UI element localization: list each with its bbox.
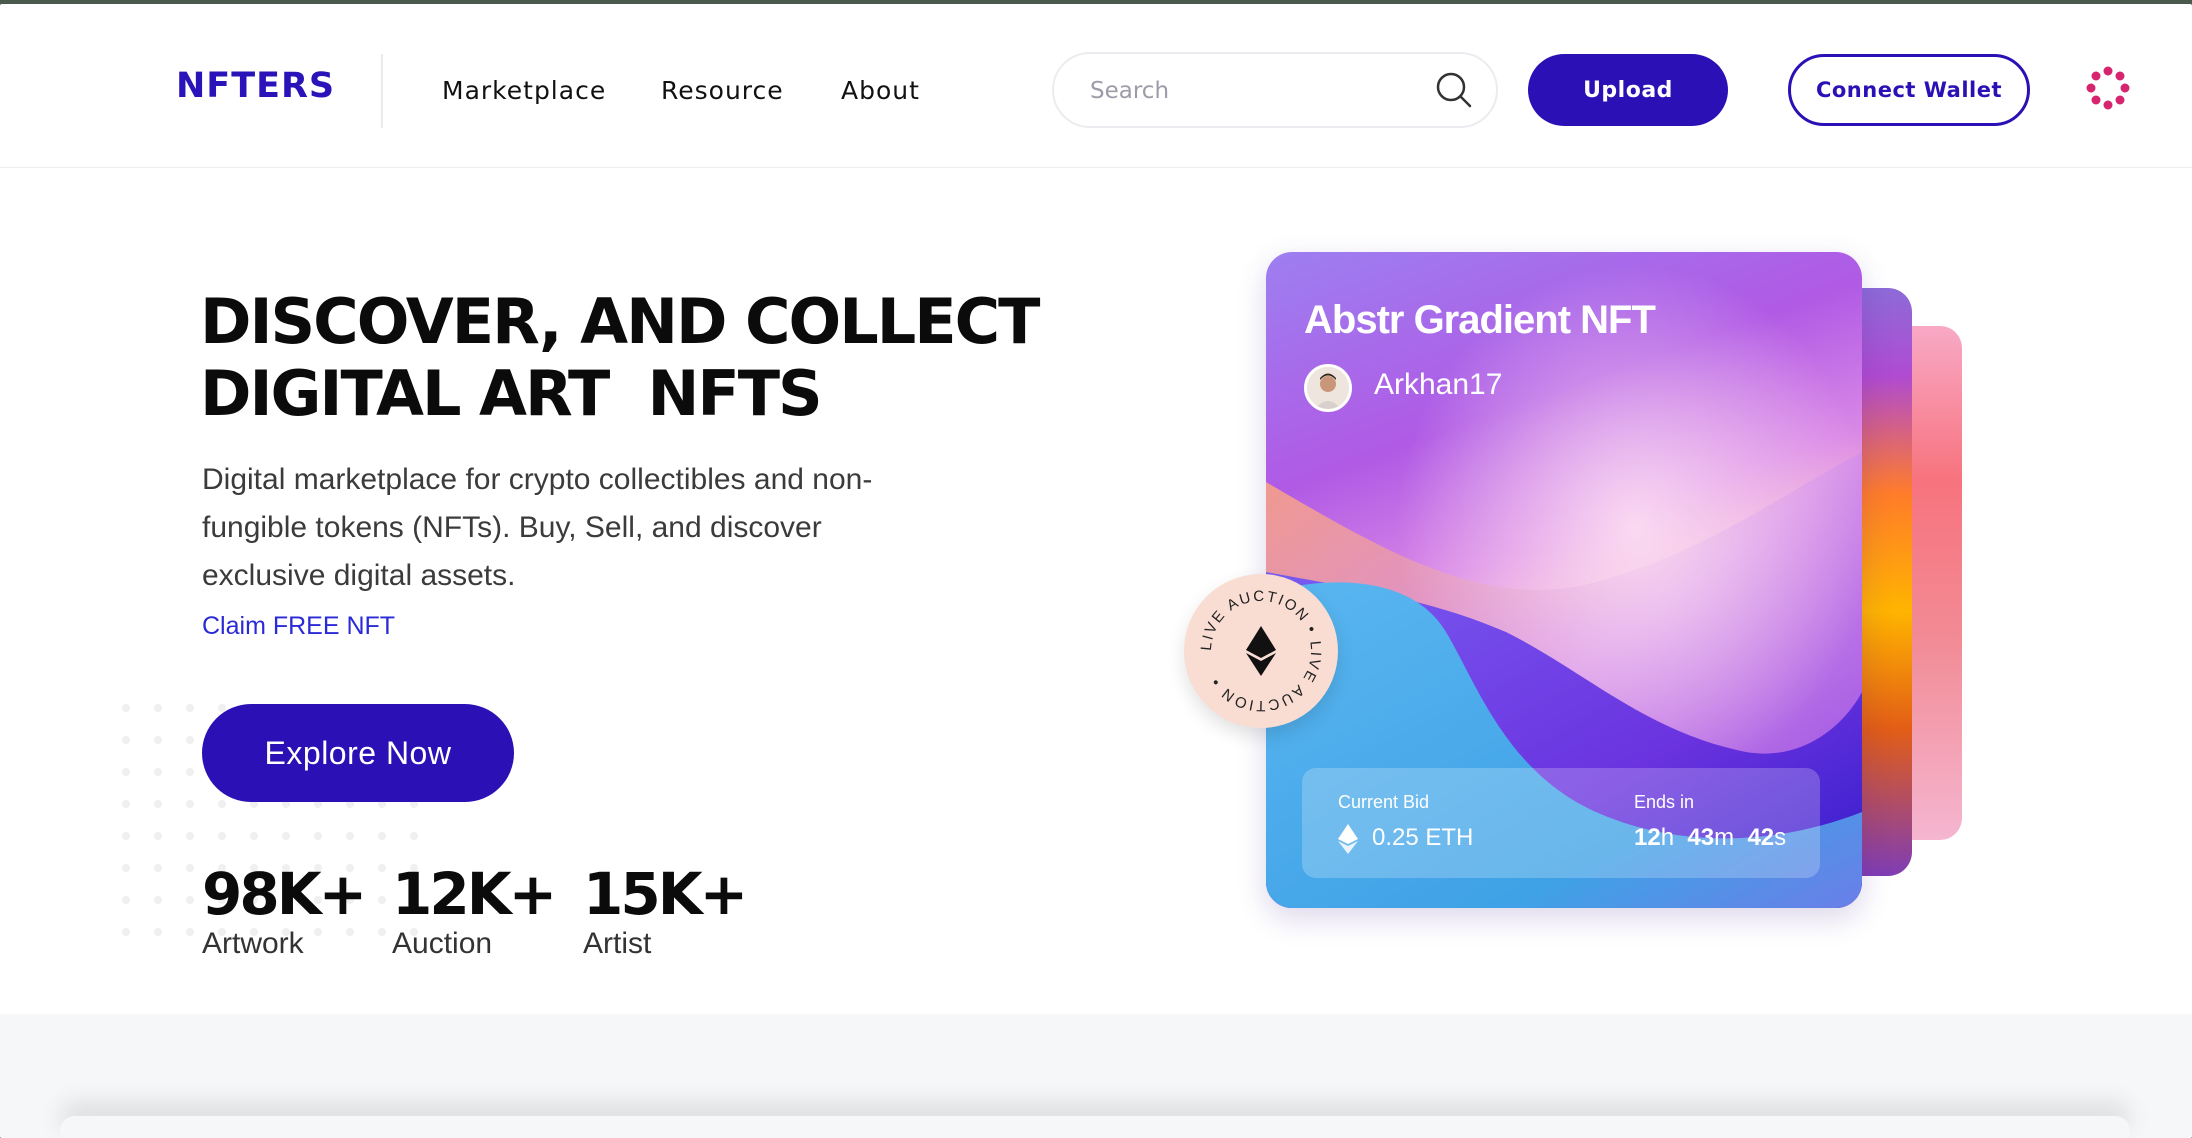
menu-dots-icon[interactable]: [2086, 66, 2130, 110]
stat-value: 98K+: [202, 860, 367, 928]
explore-now-button[interactable]: Explore Now: [202, 704, 514, 802]
creator-avatar[interactable]: [1304, 364, 1352, 412]
countdown-seconds: 42: [1747, 824, 1775, 851]
countdown-minutes: 43: [1687, 824, 1715, 851]
search-icon[interactable]: [1434, 70, 1474, 110]
stat-label: Artwork: [202, 927, 304, 960]
ethereum-icon: [1338, 824, 1358, 854]
countdown-hours: 12: [1634, 824, 1661, 851]
current-bid-label: Current Bid: [1338, 792, 1430, 812]
live-auction-ring: LIVE AUCTION • LIVE AUCTION •: [1198, 588, 1322, 714]
nav-marketplace[interactable]: Marketplace: [442, 76, 606, 105]
person-icon: [1307, 367, 1349, 409]
creator-name[interactable]: Arkhan17: [1374, 368, 1502, 402]
ethereum-icon: [1246, 626, 1276, 676]
hero-title-line-1: DISCOVER, AND COLLECT: [200, 285, 1040, 358]
current-bid-value: 0.25 ETH: [1372, 824, 1474, 851]
ends-in-label: Ends in: [1634, 792, 1695, 812]
stat-value: 12K+: [392, 860, 557, 928]
nft-title: Abstr Gradient NFT: [1304, 298, 1656, 342]
browser-window: NFTERS Marketplace Resource About Upload…: [0, 4, 2192, 1138]
stat-label: Auction: [392, 927, 493, 960]
connect-wallet-button[interactable]: Connect Wallet: [1788, 54, 2030, 126]
header-divider: [381, 54, 383, 128]
next-section-card-edge: [60, 1116, 2130, 1138]
stat-label: Artist: [583, 927, 652, 960]
search-input[interactable]: [1090, 72, 1420, 110]
bid-panel: Current Bid 0.25 ETH Ends in 12h 43m 42s: [1302, 768, 1820, 878]
stat-artwork: 98K+ Artwork: [202, 860, 367, 964]
logo[interactable]: NFTERS: [176, 66, 335, 106]
site-header: NFTERS Marketplace Resource About Upload…: [0, 4, 2192, 168]
stat-value: 15K+: [583, 860, 748, 928]
nav-resource[interactable]: Resource: [661, 76, 784, 105]
upload-button[interactable]: Upload: [1528, 54, 1728, 126]
search-box: [1052, 52, 1498, 128]
stat-auction: 12K+ Auction: [392, 860, 557, 964]
hero-description: Digital marketplace for crypto collectib…: [202, 463, 873, 592]
stat-artist: 15K+ Artist: [583, 860, 748, 964]
nft-card[interactable]: Abstr Gradient NFT Arkhan17 Current Bid …: [1266, 252, 1862, 908]
live-auction-badge: LIVE AUCTION • LIVE AUCTION •: [1184, 574, 1338, 728]
nav-about[interactable]: About: [841, 76, 920, 105]
countdown: 12h 43m 42s: [1634, 824, 1787, 851]
claim-free-nft-link[interactable]: Claim FREE NFT: [202, 612, 395, 641]
hero-title-line-2: DIGITAL ART NFTS: [200, 357, 823, 430]
hero-title: DISCOVER, AND COLLECT DIGITAL ART NFTS: [200, 286, 1100, 430]
